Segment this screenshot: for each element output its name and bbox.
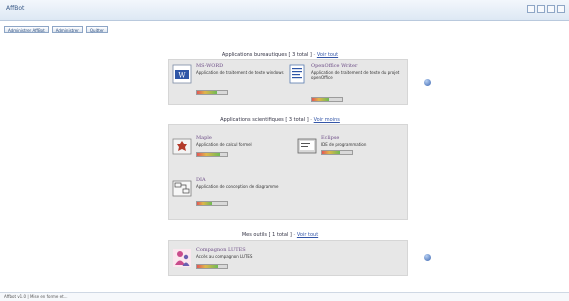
- rating-bar: [196, 90, 228, 95]
- toolbar: Administrer AffBot Administrer Quitter: [4, 26, 108, 33]
- app-card[interactable]: OpenOffice Writer Application de traitem…: [287, 63, 405, 102]
- app-description: Application de traitement de texte windo…: [196, 70, 284, 75]
- window-title: AffBot: [6, 5, 25, 12]
- app-name: MS-WORD: [196, 63, 224, 69]
- see-all-link[interactable]: Voir tout: [297, 232, 318, 238]
- panel-mes-outils: Compagnon LUTES Accès au compagnon LUTES: [168, 240, 408, 276]
- svg-text:W: W: [178, 72, 186, 80]
- app-name: Compagnon LUTES: [196, 247, 246, 253]
- window-controls: [527, 5, 565, 13]
- word-icon: W: [172, 64, 192, 84]
- panel-scientifiques: Maple Application de calcul formel Eclip…: [168, 124, 408, 220]
- admin-affbot-button[interactable]: Administrer AffBot: [4, 26, 49, 33]
- rating-bar: [196, 264, 228, 269]
- rating-fill: [322, 151, 340, 154]
- app-description: IDE de programmation: [321, 142, 367, 147]
- eclipse-icon: [297, 138, 317, 154]
- section-header-mes-outils: Mes outils [ 1 total ] - Voir tout: [190, 232, 370, 238]
- app-card[interactable]: W MS-WORD Application de traitement de t…: [172, 63, 290, 97]
- rating-fill: [197, 202, 212, 205]
- rating-fill: [197, 153, 220, 156]
- app-description: Application de conception de diagramme: [196, 184, 279, 189]
- separator: -: [313, 52, 316, 58]
- app-name: Maple: [196, 135, 212, 141]
- app-card[interactable]: Maple Application de calcul formel: [172, 135, 290, 169]
- rating-bar: [196, 152, 228, 157]
- section-title: Applications scientifiques [ 3 total ]: [220, 117, 309, 123]
- app-name: OpenOffice Writer: [311, 63, 358, 69]
- app-name: Eclipse: [321, 135, 340, 141]
- info-icon[interactable]: [424, 79, 431, 86]
- section-title: Mes outils [ 1 total ]: [241, 232, 292, 238]
- window-titlebar: AffBot: [0, 0, 569, 21]
- section-header-scientifiques: Applications scientifiques [ 3 total ] -…: [190, 117, 370, 123]
- panel-bureautiques: W MS-WORD Application de traitement de t…: [168, 59, 408, 105]
- app-card[interactable]: Compagnon LUTES Accès au compagnon LUTES: [172, 247, 290, 281]
- maple-icon: [172, 138, 192, 155]
- dia-icon: [172, 180, 192, 197]
- rating-fill: [197, 265, 218, 268]
- app-card[interactable]: DIA Application de conception de diagram…: [172, 177, 290, 211]
- section-title: Applications bureautiques [ 3 total ]: [221, 52, 312, 58]
- section-header-bureautiques: Applications bureautiques [ 3 total ] - …: [190, 52, 370, 58]
- see-all-link[interactable]: Voir tout: [317, 52, 338, 58]
- writer-icon: [289, 64, 305, 84]
- separator: -: [310, 117, 313, 123]
- minimize-icon[interactable]: [527, 5, 535, 13]
- restore-icon[interactable]: [547, 5, 555, 13]
- compagnon-icon: [173, 249, 191, 267]
- quit-button[interactable]: Quitter: [85, 26, 108, 33]
- info-icon[interactable]: [424, 254, 431, 261]
- maximize-icon[interactable]: [537, 5, 545, 13]
- admin-button[interactable]: Administrer: [51, 26, 83, 33]
- rating-bar: [196, 201, 228, 206]
- app-description: Application de traitement de texte du pr…: [311, 70, 400, 80]
- rating-bar: [311, 97, 343, 102]
- app-description: Application de calcul formel: [196, 142, 252, 147]
- close-icon[interactable]: [557, 5, 565, 13]
- footer-text: Affbot v1.0 | Mise en forme et...: [4, 294, 68, 299]
- app-description: Accès au compagnon LUTES: [196, 254, 253, 259]
- separator: -: [293, 232, 296, 238]
- rating-bar: [321, 150, 353, 155]
- app-card[interactable]: Eclipse IDE de programmation: [297, 135, 415, 169]
- rating-fill: [197, 91, 217, 94]
- app-name: DIA: [196, 177, 206, 183]
- rating-fill: [312, 98, 329, 101]
- see-less-link[interactable]: Voir moins: [314, 117, 340, 123]
